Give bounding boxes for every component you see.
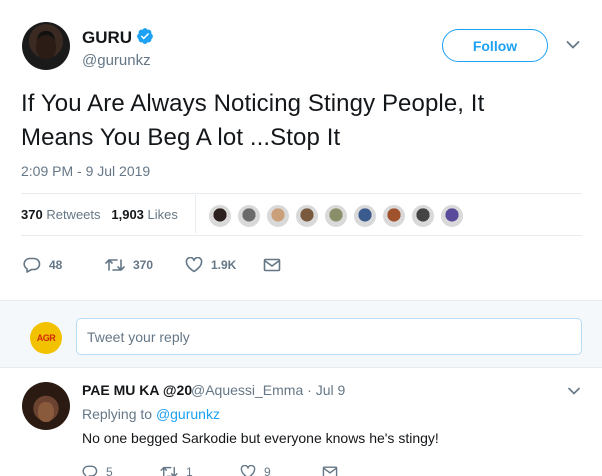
chevron-down-icon[interactable] (568, 387, 580, 395)
reply-author-name[interactable]: PAE MU KA @20 (82, 382, 192, 398)
tweet-timestamp[interactable]: 2:09 PM - 9 Jul 2019 (21, 163, 150, 179)
author-name[interactable]: GURU (82, 28, 132, 48)
tweet-text-line-2: Means You Beg A lot ...Stop It (21, 124, 341, 151)
envelope-icon (322, 466, 338, 476)
current-user-avatar: AGR (30, 322, 62, 354)
reply-action[interactable]: 48 (23, 255, 62, 275)
direct-message-action[interactable] (263, 255, 289, 275)
like-stat-count: 1,903 (111, 207, 144, 222)
like-stat[interactable]: 1,903 Likes (111, 207, 178, 222)
direct-message-action[interactable] (322, 462, 346, 476)
chevron-down-icon[interactable] (566, 40, 580, 50)
follow-button[interactable]: Follow (442, 29, 548, 62)
reply-count: 48 (49, 258, 63, 272)
liker-avatar[interactable] (295, 204, 319, 228)
liker-avatar[interactable] (353, 204, 377, 228)
replying-to-label: Replying to (82, 406, 153, 422)
reply-compose-area: AGR (0, 300, 602, 368)
tweet-text: If You Are Always Noticing Stingy People… (21, 87, 581, 155)
reply-text: No one begged Sarkodie but everyone know… (82, 430, 439, 446)
reply-icon (82, 465, 98, 476)
heart-icon (185, 257, 203, 273)
liker-avatar[interactable] (237, 204, 261, 228)
tweet-reply-input[interactable] (76, 318, 582, 355)
reply-tweet: PAE MU KA @20 @Aquessi_Emma · Jul 9 Repl… (0, 368, 602, 476)
envelope-icon (263, 258, 281, 272)
divider (21, 235, 582, 236)
retweet-stat-count: 370 (21, 207, 43, 222)
author-handle[interactable]: @gurunkz (82, 52, 151, 69)
like-stat-label: Likes (147, 207, 178, 222)
reply-author-handle[interactable]: @Aquessi_Emma · Jul 9 (191, 382, 345, 398)
retweet-icon (160, 466, 178, 476)
liker-avatar[interactable] (411, 204, 435, 228)
replying-to: Replying to @gurunkz (82, 406, 220, 422)
tweet-stats: 370 Retweets 1,903 Likes (21, 207, 178, 222)
reply-action[interactable]: 5 (82, 462, 113, 476)
retweet-stat-label: Retweets (46, 207, 101, 222)
retweet-icon (105, 259, 125, 271)
liker-avatar[interactable] (382, 204, 406, 228)
author-avatar[interactable] (22, 22, 70, 70)
like-action[interactable]: 1.9K (185, 255, 236, 275)
divider (21, 193, 582, 194)
heart-icon (240, 465, 256, 476)
liker-avatar[interactable] (266, 204, 290, 228)
main-tweet: GURU @gurunkz Follow If You Are Always N… (0, 0, 602, 300)
tweet-text-line-1: If You Are Always Noticing Stingy People… (21, 90, 485, 117)
liker-avatar[interactable] (324, 204, 348, 228)
retweet-stat[interactable]: 370 Retweets (21, 207, 101, 222)
retweet-count: 370 (133, 258, 154, 272)
reply-icon (23, 257, 41, 273)
like-action[interactable]: 9 (240, 462, 271, 476)
replying-to-handle-link[interactable]: @gurunkz (156, 406, 220, 422)
reply-author-avatar[interactable] (22, 382, 70, 430)
verified-badge-icon (137, 28, 153, 44)
like-count: 9 (264, 465, 271, 476)
liker-avatar[interactable] (440, 204, 464, 228)
retweet-count: 1 (186, 465, 193, 476)
reply-count: 5 (106, 465, 113, 476)
retweet-action[interactable]: 370 (105, 255, 153, 275)
stat-separator (195, 195, 196, 233)
like-count: 1.9K (211, 258, 237, 272)
retweet-action[interactable]: 1 (160, 462, 193, 476)
liker-avatar[interactable] (208, 204, 232, 228)
avatar-logo-icon: AGR (36, 333, 56, 343)
